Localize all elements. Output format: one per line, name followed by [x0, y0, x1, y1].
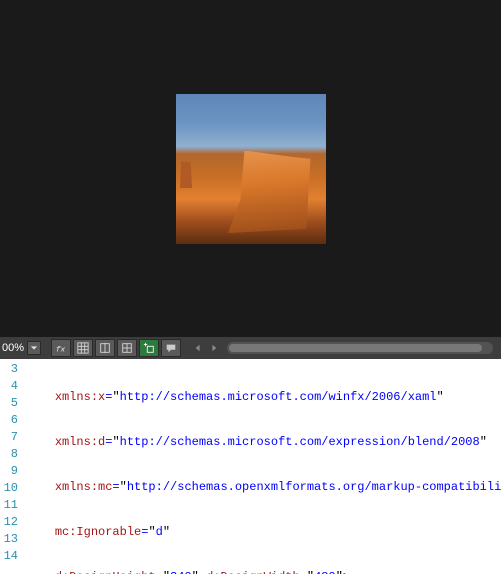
- effects-button[interactable]: fx: [51, 339, 71, 357]
- next-arrow[interactable]: [207, 339, 221, 357]
- scrollbar-thumb[interactable]: [229, 344, 482, 352]
- horizontal-scrollbar[interactable]: [227, 342, 493, 354]
- add-snapline-button[interactable]: [139, 339, 159, 357]
- zoom-value: 00%: [2, 342, 25, 354]
- svg-text:fx: fx: [56, 346, 66, 354]
- line-gutter: 3 4 5 6 7 8 9 10 11 12 13 14: [0, 359, 22, 574]
- prev-arrow[interactable]: [191, 339, 205, 357]
- design-surface[interactable]: [0, 0, 501, 337]
- grid-button[interactable]: [73, 339, 93, 357]
- design-canvas: [11, 0, 491, 339]
- image-preview[interactable]: [176, 94, 326, 244]
- designer-toolbar: 00% fx: [0, 337, 501, 359]
- zoom-dropdown[interactable]: [27, 341, 41, 355]
- code-editor[interactable]: 3 4 5 6 7 8 9 10 11 12 13 14 xmlns:x="ht…: [0, 359, 501, 574]
- annotation-button[interactable]: [161, 339, 181, 357]
- snap-grid-button[interactable]: [117, 339, 137, 357]
- code-area[interactable]: xmlns:x="http://schemas.microsoft.com/wi…: [22, 359, 501, 574]
- snapline-button[interactable]: [95, 339, 115, 357]
